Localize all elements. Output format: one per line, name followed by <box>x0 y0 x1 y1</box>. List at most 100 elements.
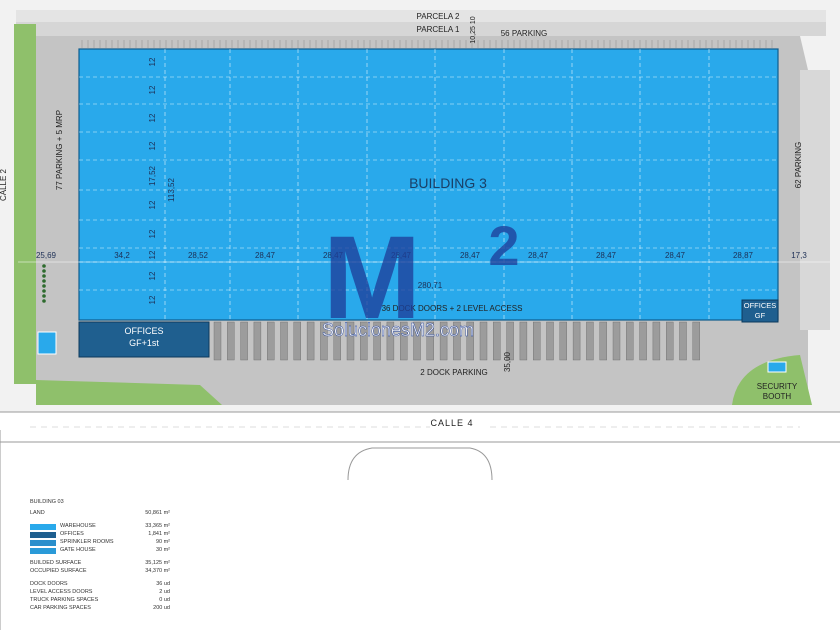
row-dimension-label: 12 <box>148 271 157 280</box>
dock-door <box>599 321 607 361</box>
legend-item-sprinkler: SPRINKLER ROOMS 90 m² <box>30 539 170 547</box>
legend-built-row: BUILDED SURFACE 35,125 m² <box>30 560 170 568</box>
row-dimension-label: 12 <box>148 250 157 259</box>
right-gate-area <box>800 70 830 330</box>
yard-depth-label: 35,00 <box>503 351 512 372</box>
bay-dimension-label: 17,3 <box>791 251 807 260</box>
dock-door <box>626 321 634 361</box>
tree <box>42 274 46 278</box>
dock-door <box>306 321 315 361</box>
dock-door <box>546 321 554 361</box>
dock-door <box>253 321 262 361</box>
bay-dimension-label: 28,47 <box>596 251 617 260</box>
legend-count-row: CAR PARKING SPACES 200 ud <box>30 605 170 613</box>
dock-door <box>652 321 661 361</box>
bay-dimension-label: 25,69 <box>36 251 57 260</box>
water-tank-right <box>767 361 787 373</box>
legend-count-row: TRUCK PARKING SPACES 0 ud <box>30 597 170 605</box>
legend-built-label: BUILDED SURFACE <box>30 559 82 566</box>
parking-right-label: 62 PARKING <box>794 142 803 189</box>
watermark-text: SolucionesM2.com <box>322 320 474 340</box>
dock-door <box>639 321 647 361</box>
dock-door <box>572 321 581 361</box>
row-dimension-label: 12 <box>148 113 157 122</box>
bay-dimension-label: 34,2 <box>114 251 130 260</box>
legend-item-value: 90 m² <box>155 538 170 545</box>
roundabout-arc <box>347 447 493 481</box>
offices-right-label-2: GF <box>755 311 766 320</box>
legend-occupied-value: 34,370 m² <box>145 567 170 574</box>
legend-occupied-row: OCCUPIED SURFACE 34,370 m² <box>30 568 170 576</box>
legend-item-label: OFFICES <box>60 530 84 537</box>
legend-count-label: LEVEL ACCESS DOORS <box>30 588 93 595</box>
bay-dimension-label: 28,47 <box>528 251 549 260</box>
bay-dimension-label: 28,47 <box>665 251 686 260</box>
dock-door <box>293 321 301 361</box>
gatehouse-swatch <box>30 547 56 554</box>
legend-item-warehouse: WAREHOUSE 33,365 m² <box>30 523 170 531</box>
legend-item-value: 33,365 m² <box>145 522 170 529</box>
legend-count-value: 2 ud <box>159 588 170 595</box>
street-left-label: CALLE 2 <box>0 168 8 201</box>
parcela-1-label: PARCELA 1 <box>417 25 461 34</box>
offices-left-label-1: OFFICES <box>124 326 163 336</box>
dock-door <box>479 321 488 361</box>
legend-item-gatehouse: GATE HOUSE 30 m² <box>30 547 170 555</box>
sprinkler-swatch <box>30 539 56 546</box>
legend-land-row: LAND 50,861 m² <box>30 510 170 518</box>
bay-dimension-label: 28,87 <box>733 251 754 260</box>
length-dimension: 280,71 <box>418 281 443 290</box>
legend-table: BUILDING 03 LAND 50,861 m² WAREHOUSE 33,… <box>30 499 170 613</box>
legend-count-value: 0 ud <box>159 596 170 603</box>
offices-right-label-1: OFFICES <box>744 301 777 310</box>
water-tank-left <box>37 331 57 355</box>
security-label-1: SECURITY <box>757 382 798 391</box>
row-dimension-label: 12 <box>148 229 157 238</box>
legend-built-value: 35,125 m² <box>145 559 170 566</box>
legend-count-label: DOCK DOORS <box>30 580 68 587</box>
dock-door <box>533 321 541 361</box>
row-dimension-label: 17,52 <box>148 165 157 186</box>
legend-item-label: WAREHOUSE <box>60 522 96 529</box>
top-dims-label: 10,25 10 <box>470 16 477 43</box>
legend-item-value: 1,841 m² <box>148 530 170 537</box>
dock-door <box>612 321 621 361</box>
dock-door <box>280 321 288 361</box>
dock-door <box>559 321 567 361</box>
street-bottom-label: CALLE 4 <box>430 418 473 428</box>
legend-count-value: 36 ud <box>156 580 170 587</box>
row-dimension-label: 12 <box>148 57 157 66</box>
tree <box>42 299 46 303</box>
legend-item-label: GATE HOUSE <box>60 546 96 553</box>
dock-door <box>227 321 235 361</box>
parking-top-label: 56 PARKING <box>501 29 548 38</box>
dock-door <box>679 321 687 361</box>
parcela-2-label: PARCELA 2 <box>417 12 461 21</box>
row-dimension-label: 12 <box>148 85 157 94</box>
security-label-2: BOOTH <box>763 392 792 401</box>
legend-item-offices: OFFICES 1,841 m² <box>30 531 170 539</box>
legend-count-value: 200 ud <box>153 604 170 611</box>
bay-dimension-label: 28,47 <box>255 251 276 260</box>
warehouse-swatch <box>30 523 56 530</box>
offices-swatch <box>30 531 56 538</box>
legend-item-label: SPRINKLER ROOMS <box>60 538 114 545</box>
tree <box>42 269 46 273</box>
row-dimension-label: 12 <box>148 295 157 304</box>
tree <box>42 284 46 288</box>
offices-left-label-2: GF+1st <box>129 338 159 348</box>
legend-count-label: CAR PARKING SPACES <box>30 604 91 611</box>
legend-count-row: DOCK DOORS 36 ud <box>30 581 170 589</box>
row-dimension-label: 12 <box>148 200 157 209</box>
legend-land-value: 50,861 m² <box>145 509 170 516</box>
tree <box>42 264 46 268</box>
legend-count-label: TRUCK PARKING SPACES <box>30 596 99 603</box>
dock-door <box>213 321 222 361</box>
depth-dimension: 113,52 <box>167 178 176 202</box>
parking-left-label: 77 PARKING + 5 MRP <box>55 110 64 190</box>
legend-item-value: 30 m² <box>155 546 170 553</box>
bay-dimension-label: 28,47 <box>460 251 481 260</box>
dock-parking-label: 2 DOCK PARKING <box>420 368 487 377</box>
tree <box>42 289 46 293</box>
dock-door <box>519 321 528 361</box>
